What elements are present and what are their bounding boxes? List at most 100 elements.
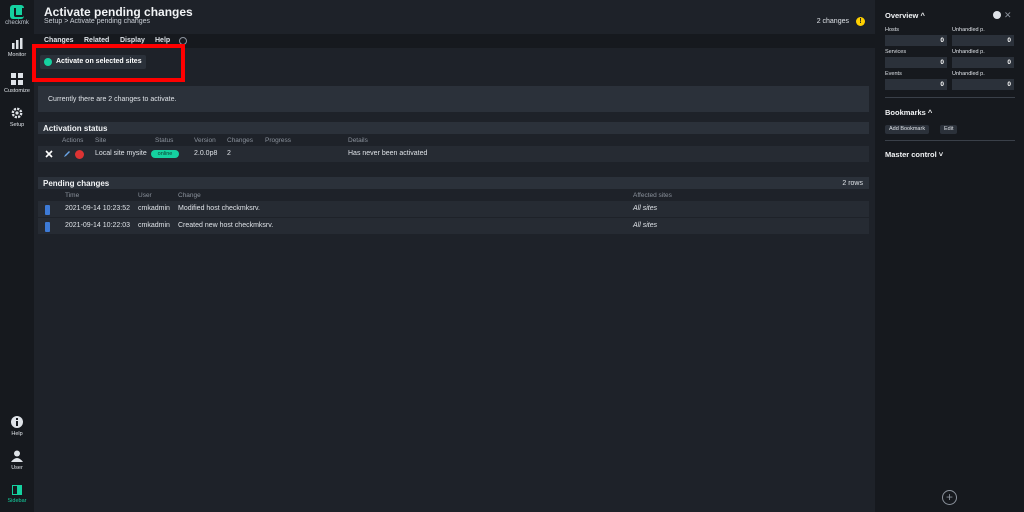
close-icon[interactable] [45, 150, 53, 158]
user-icon [11, 450, 23, 462]
bookmarks-title[interactable]: Bookmarks ^ [885, 108, 932, 117]
add-bookmark-button[interactable]: Add Bookmark [885, 125, 930, 134]
menu-changes[interactable]: Changes [44, 37, 74, 44]
checkmk-logo-icon [10, 5, 24, 19]
nav-monitor[interactable]: Monitor [0, 38, 34, 58]
activation-status-section: Activation status Actions Site Status Ve… [38, 122, 869, 163]
gear-icon [11, 107, 23, 119]
col-changes: Changes [227, 137, 254, 144]
nav-setup[interactable]: Setup [0, 107, 34, 128]
pending-changes-columns: Time User Change Affected sites [38, 189, 869, 201]
col-site: Site [95, 137, 107, 144]
nav-help-label: Help [11, 431, 23, 437]
nav-user[interactable]: User [0, 450, 34, 471]
nav-sidebar-label: Sidebar [7, 498, 27, 504]
left-navigation: checkmk Monitor Customize Setup Help Use… [0, 0, 34, 512]
master-control-title[interactable]: Master control ˅ [885, 150, 943, 159]
unhandled-label: Unhandled p. [952, 27, 985, 33]
menu-display[interactable]: Display [120, 37, 145, 44]
page-title: Activate pending changes [44, 5, 193, 19]
divider [885, 97, 1015, 98]
nav-help[interactable]: Help [0, 416, 34, 437]
edit-icon[interactable] [63, 150, 71, 158]
col-actions: Actions [62, 137, 84, 144]
breadcrumb[interactable]: Setup > Activate pending changes [44, 18, 150, 25]
activation-status-heading: Activation status [38, 122, 869, 134]
warning-icon[interactable]: ! [856, 17, 865, 26]
bar-chart-icon [12, 38, 23, 49]
restart-icon[interactable] [75, 150, 84, 159]
status-badge: online [151, 150, 179, 158]
nav-sidebar[interactable]: Sidebar [0, 485, 34, 504]
info-text: Currently there are 2 changes to activat… [48, 96, 177, 103]
change-text: Created new host checkmksrv. [178, 222, 274, 229]
change-affected: All sites [633, 222, 658, 229]
col-affected-sites: Affected sites [633, 192, 672, 199]
table-row[interactable]: 2021-09-14 10:22:03 cmkadmin Created new… [38, 218, 869, 234]
nav-monitor-label: Monitor [7, 52, 27, 58]
site-version: 2.0.0p8 [194, 150, 218, 157]
info-message: Currently there are 2 changes to activat… [38, 86, 869, 112]
pending-changes-section: Pending changes 2 rows Time User Change … [38, 177, 869, 235]
unhandled-label: Unhandled p. [952, 49, 985, 55]
col-time: Time [65, 192, 80, 199]
info-icon [11, 416, 23, 428]
change-user: cmkadmin [138, 222, 170, 229]
pending-changes-count[interactable]: 2 changes [817, 18, 849, 25]
col-progress: Progress [265, 137, 292, 144]
shortcut-bar: Activate on selected sites [32, 44, 875, 82]
nav-customize[interactable]: Customize [0, 73, 34, 94]
unhandled-value[interactable]: 0 [952, 57, 1014, 68]
toggle-icon[interactable] [993, 11, 1001, 19]
highlight-box [32, 44, 185, 82]
site-name: Local site mysite [95, 150, 147, 157]
unhandled-value[interactable]: 0 [952, 79, 1014, 90]
hosts-value[interactable]: 0 [885, 35, 947, 46]
col-version: Version [194, 137, 216, 144]
col-status: Status [155, 137, 174, 144]
pending-changes-title: Pending changes [43, 179, 110, 188]
edit-bookmarks-button[interactable]: Edit [940, 125, 958, 134]
add-snapin-icon[interactable]: + [942, 490, 957, 505]
activation-status-title: Activation status [43, 124, 108, 133]
right-sidebar: Overview ^ ✕ Hosts Unhandled p. 0 0 Serv… [875, 0, 1024, 512]
divider [885, 140, 1015, 141]
checkmk-app: checkmk Monitor Customize Setup Help Use… [0, 0, 1024, 512]
sidebar-icon [12, 485, 22, 495]
close-icon[interactable]: ✕ [1004, 10, 1012, 21]
unhandled-value[interactable]: 0 [952, 35, 1014, 46]
rows-count: 2 rows [842, 180, 863, 187]
events-value[interactable]: 0 [885, 79, 947, 90]
device-icon [45, 222, 50, 232]
change-time: 2021-09-14 10:22:03 [65, 222, 130, 229]
overview-title[interactable]: Overview ^ [885, 11, 925, 20]
change-user: cmkadmin [138, 205, 170, 212]
device-icon [45, 205, 50, 215]
change-time: 2021-09-14 10:23:52 [65, 205, 130, 212]
pending-changes-heading: Pending changes 2 rows [38, 177, 869, 189]
logo-text: checkmk [5, 20, 29, 26]
site-changes: 2 [227, 150, 231, 157]
nav-user-label: User [11, 465, 23, 471]
menu-help[interactable]: Help [155, 37, 170, 44]
site-details: Has never been activated [348, 150, 428, 157]
table-row[interactable]: 2021-09-14 10:23:52 cmkadmin Modified ho… [38, 201, 869, 217]
nav-setup-label: Setup [9, 122, 25, 128]
grid-icon [11, 73, 23, 85]
hosts-label: Hosts [885, 27, 900, 33]
checkmk-logo[interactable]: checkmk [0, 2, 34, 32]
main-content: Activate pending changes Setup > Activat… [32, 0, 875, 512]
menu-related[interactable]: Related [84, 37, 109, 44]
events-label: Events [885, 71, 902, 77]
col-change: Change [178, 192, 201, 199]
services-value[interactable]: 0 [885, 57, 947, 68]
change-text: Modified host checkmksrv. [178, 205, 260, 212]
table-row: Local site mysite online 2.0.0p8 2 Has n… [38, 146, 869, 162]
col-user: User [138, 192, 152, 199]
change-affected: All sites [633, 205, 658, 212]
activation-status-columns: Actions Site Status Version Changes Prog… [38, 134, 869, 146]
services-label: Services [885, 49, 907, 55]
title-bar: Activate pending changes Setup > Activat… [34, 0, 875, 34]
col-details: Details [348, 137, 368, 144]
unhandled-label: Unhandled p. [952, 71, 985, 77]
